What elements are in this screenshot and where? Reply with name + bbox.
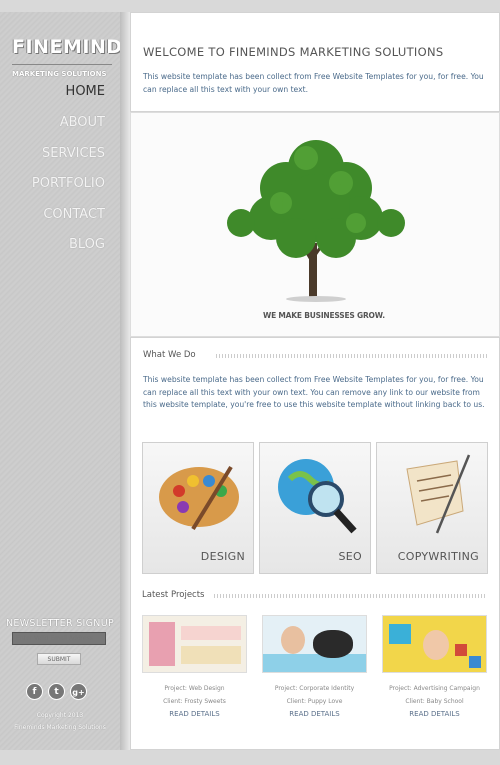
- project-name: Project: Corporate Identity: [274, 685, 355, 692]
- nav-item-home[interactable]: HOME: [5, 84, 105, 99]
- project-client: Client: Baby School: [405, 698, 464, 705]
- company-text: Fineminds Marketing Solutions: [14, 724, 106, 731]
- project-name: Project: Web Design: [164, 685, 225, 692]
- service-label-seo: SEO: [338, 550, 362, 563]
- logo-tagline: MARKETING SOLUTIONS: [12, 70, 107, 78]
- section-divider: [216, 354, 488, 358]
- nav-item-about[interactable]: ABOUT: [5, 115, 105, 130]
- service-label-copywriting: COPYWRITING: [397, 550, 479, 563]
- welcome-text: This website template has been collect f…: [143, 72, 484, 94]
- project-card-corporate-identity[interactable]: Project: Corporate Identity Client: Pupp…: [262, 615, 367, 730]
- read-details-link[interactable]: READ DETAILS: [382, 710, 487, 718]
- sidebar-shadow: [120, 12, 130, 750]
- project-thumbnail[interactable]: [262, 615, 367, 673]
- tree-image: [227, 140, 405, 302]
- twitter-icon[interactable]: t: [48, 683, 65, 700]
- service-label-design: DESIGN: [200, 550, 245, 563]
- facebook-icon[interactable]: f: [26, 683, 43, 700]
- copyright-text: Copyright 2013: [36, 712, 84, 719]
- nav-item-portfolio[interactable]: PORTFOLIO: [5, 176, 105, 191]
- logo-divider: [12, 64, 112, 65]
- service-card-seo[interactable]: SEO: [259, 442, 371, 574]
- google-plus-icon[interactable]: g+: [70, 683, 87, 700]
- welcome-title: WELCOME TO FINEMINDS MARKETING SOLUTIONS: [143, 45, 444, 59]
- project-card-web-design[interactable]: Project: Web Design Client: Frosty Sweet…: [142, 615, 247, 730]
- read-details-link[interactable]: READ DETAILS: [262, 710, 367, 718]
- projects-divider: [214, 594, 486, 598]
- quill-paper-icon: [406, 454, 471, 534]
- palette-icon: [159, 465, 239, 531]
- newsletter-email-input[interactable]: [12, 632, 106, 645]
- what-we-do-text: This website template has been collect f…: [143, 375, 485, 409]
- newsletter-submit-button[interactable]: SUBMIT: [37, 653, 81, 665]
- newsletter-title: NEWSLETTER SIGNUP: [6, 618, 114, 629]
- project-name: Project: Advertising Campaign: [389, 685, 480, 692]
- project-thumbnail[interactable]: [382, 615, 487, 673]
- project-card-advertising-campaign[interactable]: Project: Advertising Campaign Client: Ba…: [382, 615, 487, 730]
- nav-item-services[interactable]: SERVICES: [5, 146, 105, 161]
- project-client: Client: Frosty Sweets: [163, 698, 226, 705]
- read-details-link[interactable]: READ DETAILS: [142, 710, 247, 718]
- project-client: Client: Puppy Love: [286, 698, 343, 705]
- hero-caption: WE MAKE BUSINESSES GROW.: [263, 311, 385, 320]
- welcome-panel: WELCOME TO FINEMINDS MARKETING SOLUTIONS…: [130, 12, 500, 112]
- what-we-do-title: What We Do: [143, 350, 196, 360]
- service-card-copywriting[interactable]: COPYWRITING: [376, 442, 488, 574]
- logo[interactable]: FINEMINDS: [12, 36, 136, 58]
- service-card-design[interactable]: DESIGN: [142, 442, 254, 574]
- latest-projects-title: Latest Projects: [142, 590, 205, 600]
- nav-item-blog[interactable]: BLOG: [5, 237, 105, 252]
- nav-item-contact[interactable]: CONTACT: [5, 207, 105, 222]
- magnifier-globe-icon: [278, 459, 357, 534]
- hero-banner: WE MAKE BUSINESSES GROW.: [130, 112, 500, 337]
- project-thumbnail[interactable]: [142, 615, 247, 673]
